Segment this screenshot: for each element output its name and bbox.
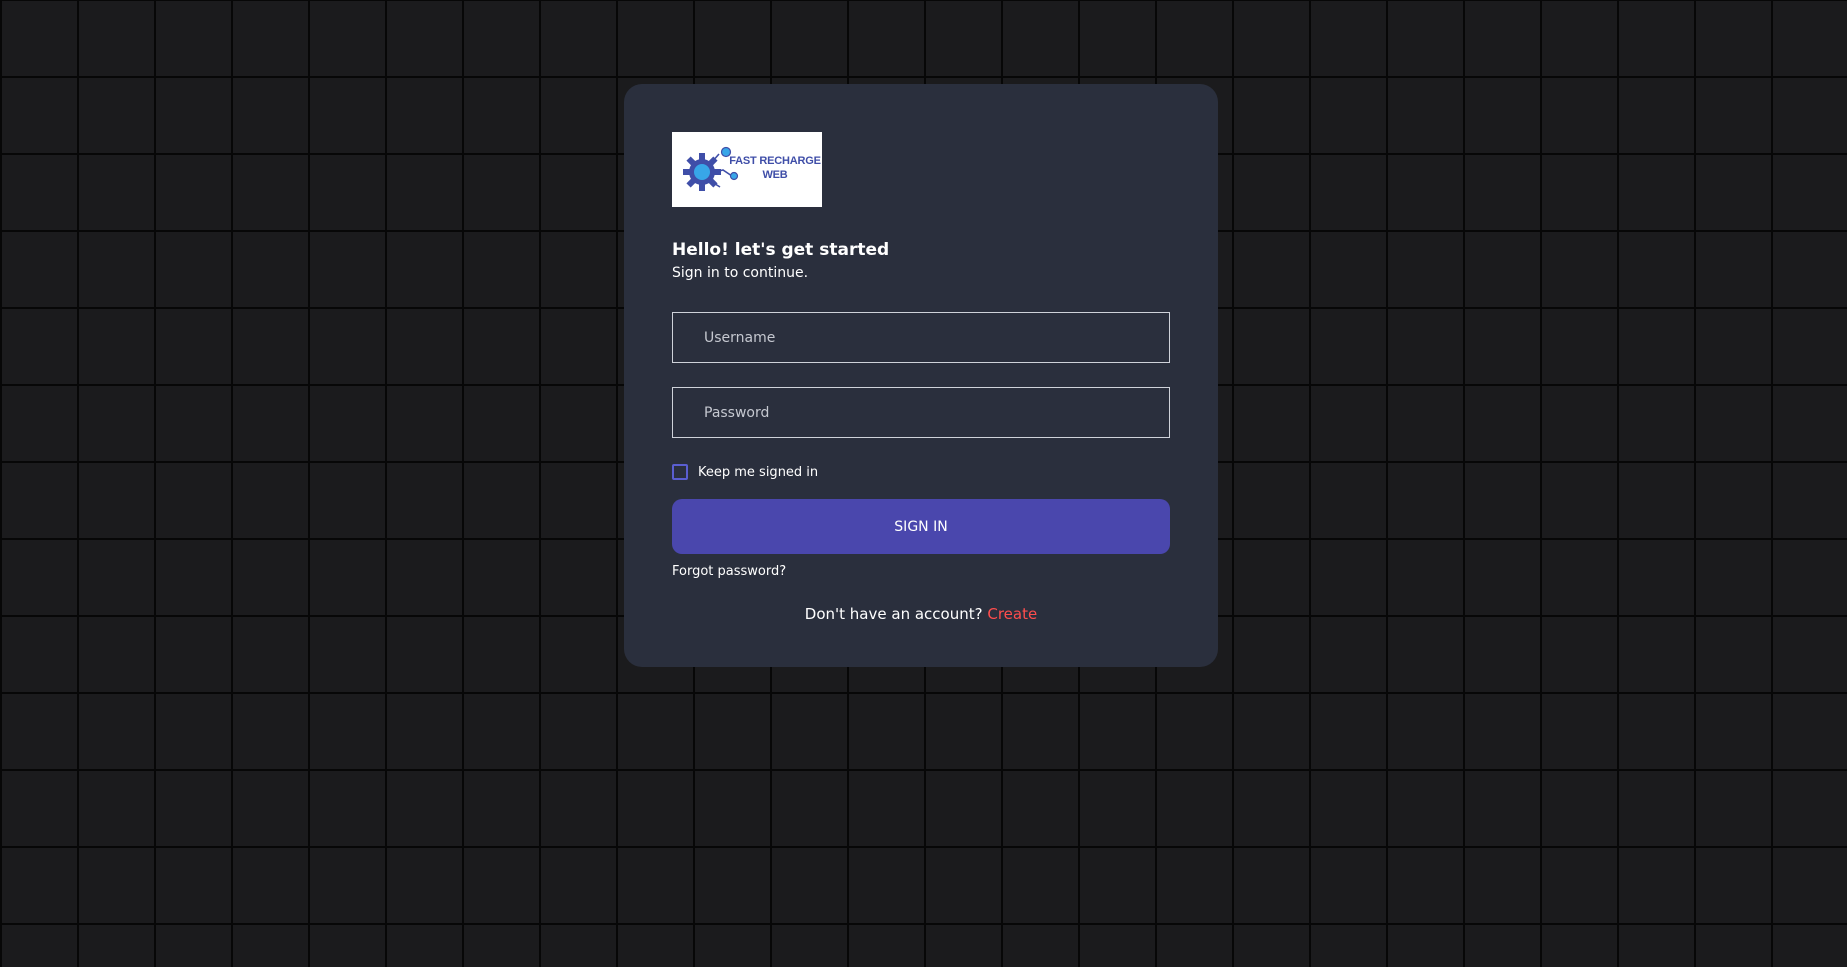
brand-logo-line2: WEB [762, 169, 788, 181]
page-subtitle: Sign in to continue. [672, 265, 809, 281]
page-title: Hello! let's get started [672, 240, 890, 260]
remember-me-label[interactable]: Keep me signed in [698, 465, 818, 480]
create-account-prompt: Don't have an account? Create [672, 605, 1170, 623]
password-input[interactable] [672, 387, 1170, 438]
brand-logo-text: FAST RECHARGE WEB [729, 154, 821, 182]
forgot-password-link[interactable]: Forgot password? [672, 564, 786, 579]
remember-me-row: Keep me signed in [672, 462, 1170, 482]
username-input[interactable] [672, 312, 1170, 363]
brand-logo: FAST RECHARGE WEB [672, 132, 822, 207]
create-account-text: Don't have an account? [804, 605, 983, 623]
remember-me-checkbox[interactable] [672, 464, 688, 480]
brand-logo-line1: FAST RECHARGE [729, 155, 821, 167]
create-account-link[interactable]: Create [987, 605, 1037, 623]
sign-in-button[interactable]: SIGN IN [672, 499, 1170, 554]
login-card: FAST RECHARGE WEB Hello! let's get start… [624, 84, 1218, 667]
